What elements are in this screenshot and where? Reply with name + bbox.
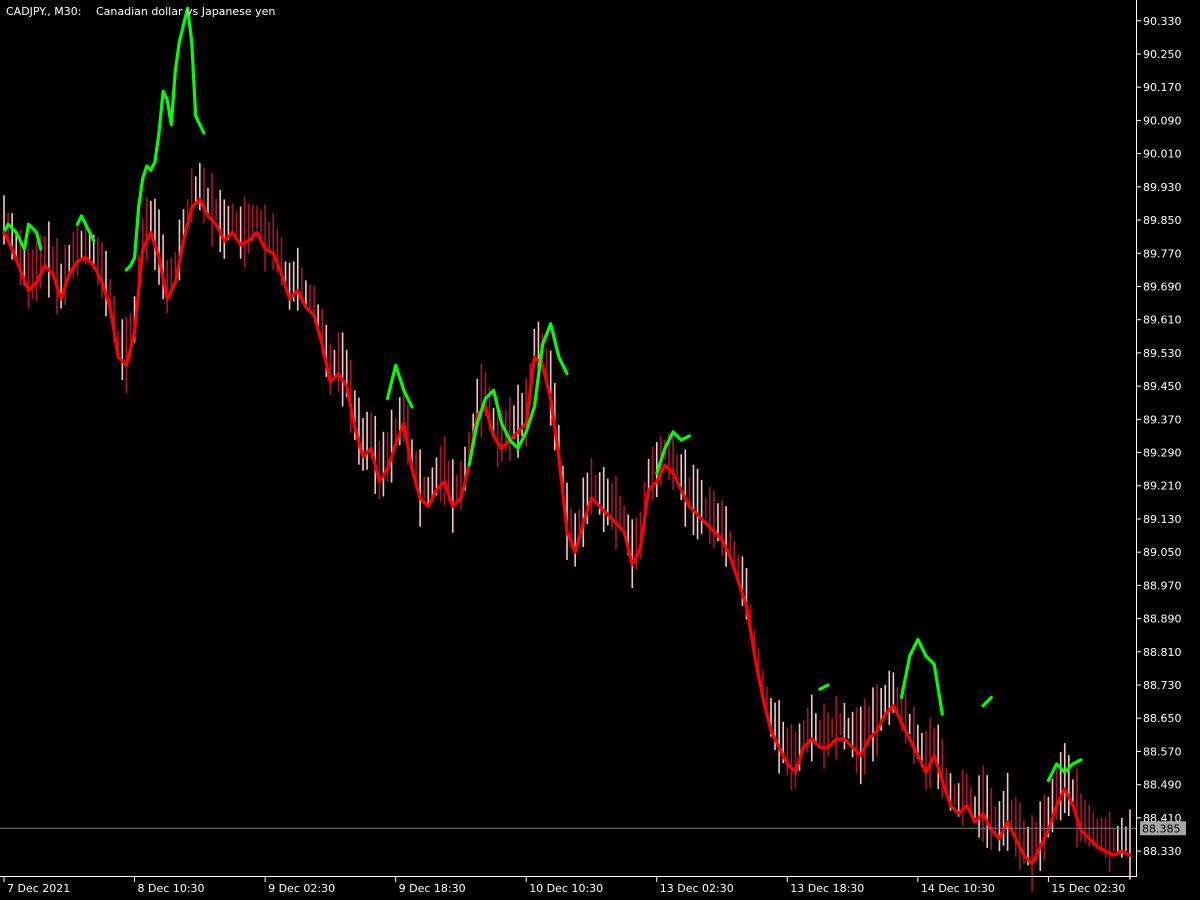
y-tick-label: 90.090 xyxy=(1143,114,1182,127)
plot-background xyxy=(0,0,1136,876)
y-tick-label: 89.210 xyxy=(1143,480,1182,493)
price-chart[interactable]: 90.330 90.250 90.170 90.090 90.010 89.930 89.8… xyxy=(0,0,1200,900)
y-tick-label: 88.650 xyxy=(1143,712,1182,725)
x-tick-label: 9 Dec 02:30 xyxy=(268,882,335,895)
y-tick-label: 88.730 xyxy=(1143,679,1182,692)
y-tick-label: 88.810 xyxy=(1143,646,1182,659)
chart-description: Canadian dollar vs Japanese yen xyxy=(96,5,275,18)
x-tick-label: 10 Dec 10:30 xyxy=(529,882,603,895)
x-tick-label: 9 Dec 18:30 xyxy=(399,882,466,895)
y-tick-label: 89.930 xyxy=(1143,181,1182,194)
y-tick-label: 88.970 xyxy=(1143,579,1182,592)
y-axis: 90.330 90.250 90.170 90.090 90.010 89.930 89.8… xyxy=(1136,15,1182,858)
current-price-label: 88.385 xyxy=(1142,822,1181,835)
y-tick-label: 90.010 xyxy=(1143,148,1182,161)
y-tick-label: 90.250 xyxy=(1143,48,1182,61)
y-tick-label: 89.610 xyxy=(1143,314,1182,327)
x-tick-label: 13 Dec 18:30 xyxy=(790,882,864,895)
chart-symbol: CADJPY., M30: xyxy=(6,5,82,18)
y-tick-label: 88.490 xyxy=(1143,779,1182,792)
y-tick-label: 88.330 xyxy=(1143,845,1182,858)
x-tick-label: 15 Dec 02:30 xyxy=(1051,882,1125,895)
x-tick-label: 13 Dec 02:30 xyxy=(660,882,734,895)
x-tick-label: 8 Dec 10:30 xyxy=(138,882,205,895)
x-tick-label: 7 Dec 2021 xyxy=(7,882,70,895)
x-tick-label: 14 Dec 10:30 xyxy=(921,882,995,895)
y-tick-label: 89.770 xyxy=(1143,247,1182,260)
y-tick-label: 88.570 xyxy=(1143,745,1182,758)
y-tick-label: 89.290 xyxy=(1143,447,1182,460)
y-tick-label: 89.530 xyxy=(1143,347,1182,360)
y-tick-label: 90.170 xyxy=(1143,81,1182,94)
y-tick-label: 88.890 xyxy=(1143,613,1182,626)
y-tick-label: 89.450 xyxy=(1143,380,1182,393)
current-price-tag: 88.385 xyxy=(1140,821,1186,836)
y-tick-label: 89.850 xyxy=(1143,214,1182,227)
y-tick-label: 89.370 xyxy=(1143,413,1182,426)
y-tick-label: 89.690 xyxy=(1143,280,1182,293)
y-tick-label: 90.330 xyxy=(1143,15,1182,28)
y-tick-label: 89.130 xyxy=(1143,513,1182,526)
chart-window[interactable]: 90.330 90.250 90.170 90.090 90.010 89.930 89.8… xyxy=(0,0,1200,900)
x-axis: 7 Dec 2021 8 Dec 10:30 9 Dec 02:30 9 Dec 18… xyxy=(3,876,1125,895)
y-tick-label: 89.050 xyxy=(1143,546,1182,559)
